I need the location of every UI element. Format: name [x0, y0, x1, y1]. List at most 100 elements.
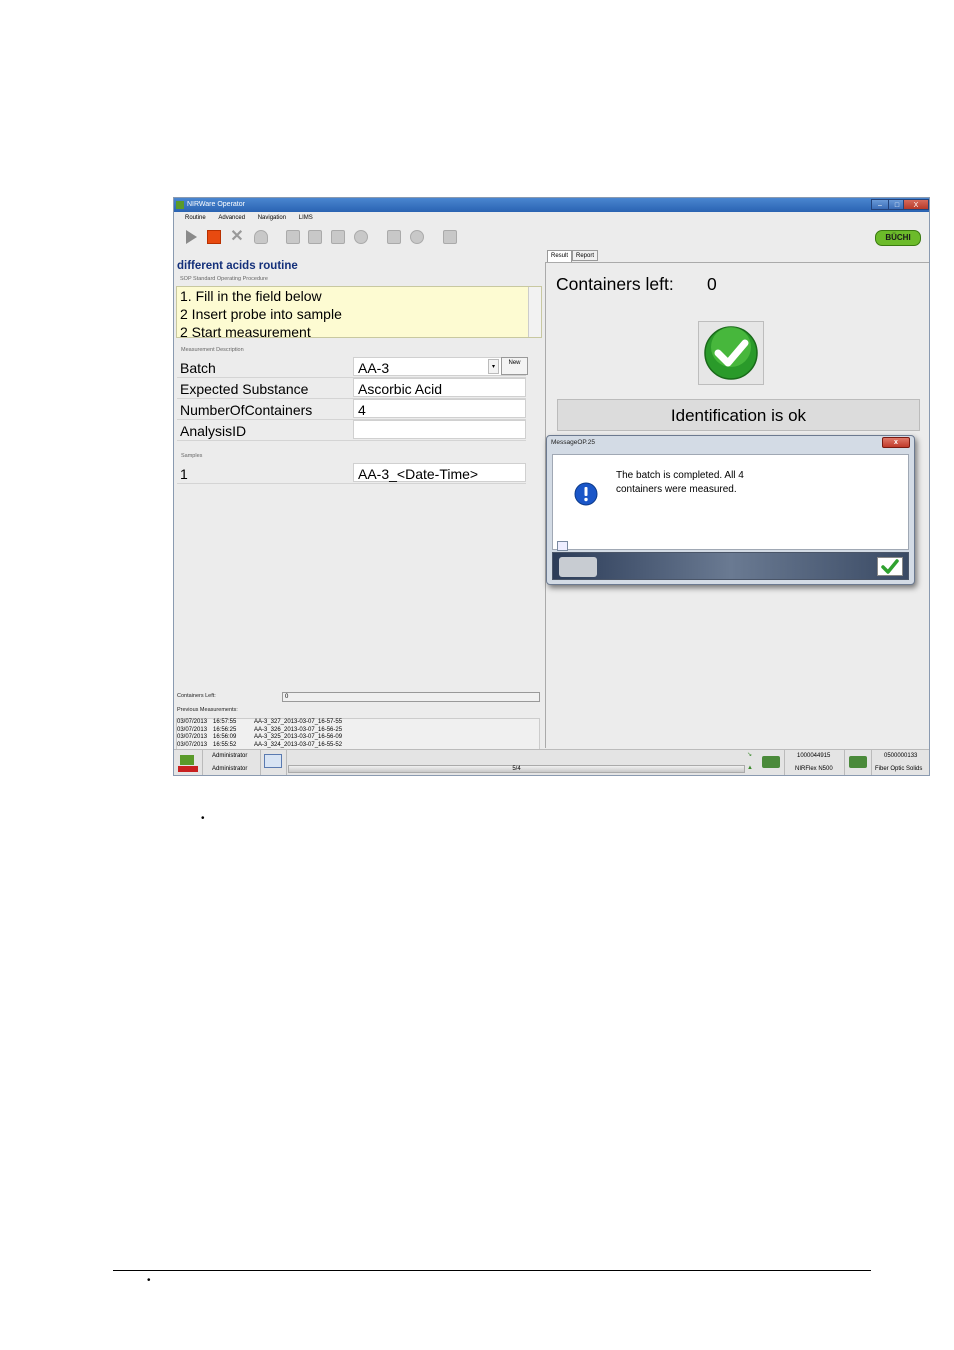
module-serial: 0500000133	[884, 753, 918, 759]
sop-scrollbar[interactable]	[528, 287, 541, 337]
check-icon	[698, 321, 764, 385]
dialog-ok-button[interactable]	[877, 557, 903, 576]
list-item[interactable]: 03/07/2013 16:56:09 AA-3_325_2013-03-07_16…	[177, 734, 539, 742]
cancel-icon[interactable]: ✕	[230, 229, 244, 245]
menu-advanced[interactable]: Advanced	[218, 215, 245, 221]
number-of-containers-field[interactable]: 4	[353, 399, 526, 418]
tab-result[interactable]: Result	[547, 250, 573, 262]
field-key: Expected Substance	[180, 381, 309, 397]
list-item[interactable]: 03/07/2013 16:55:52 AA-3_324_2013-03-07_16…	[177, 742, 539, 750]
dialog-title: MessageOP.25	[551, 439, 595, 446]
signal-icon: ↘	[747, 752, 753, 758]
prev-date: 03/07/2013	[177, 734, 208, 740]
stop-icon[interactable]	[207, 230, 221, 244]
module-name: Fiber Optic Solids	[875, 766, 923, 772]
close-button[interactable]: X	[903, 199, 929, 210]
window-title: NIRWare Operator	[187, 201, 245, 208]
module-icon	[849, 756, 867, 768]
title-bar: NIRWare Operator – □ X	[174, 198, 929, 212]
instrument-serial: 1000044915	[797, 753, 831, 759]
list-item[interactable]: 03/07/2013 16:56:25 AA-3_326_2013-03-07_16…	[177, 727, 539, 735]
export-icon[interactable]	[331, 230, 345, 244]
dialog-footer	[552, 552, 909, 580]
nir-logo-icon	[178, 755, 198, 772]
divider	[784, 750, 785, 775]
analysis-id-field[interactable]	[353, 420, 526, 439]
divider	[844, 750, 845, 775]
menu-bar: Routine Advanced Navigation LIMS	[174, 212, 929, 224]
field-key: NumberOfContainers	[180, 402, 313, 418]
user-label: Administrator	[212, 753, 248, 759]
sop-line: 2 Insert probe into sample	[180, 306, 342, 322]
previous-measurements-label: Previous Measurements:	[177, 707, 238, 713]
routine-panel: different acids routine SOP Standard Ope…	[174, 258, 544, 775]
exit-icon[interactable]	[443, 230, 457, 244]
field-row-substance: Expected Substance Ascorbic Acid	[177, 378, 526, 399]
dialog-close-button[interactable]: x	[882, 437, 910, 448]
prev-name: AA-3_325_2013-03-07_16-56-09	[254, 734, 343, 740]
field-key: AnalysisID	[180, 423, 247, 439]
tab-report[interactable]: Report	[572, 250, 599, 261]
field-row-analysis: AnalysisID	[177, 420, 526, 441]
bullet-icon: •	[147, 1275, 151, 1286]
play-icon[interactable]	[186, 230, 197, 244]
undo-icon[interactable]	[387, 230, 401, 244]
message-dialog: MessageOP.25 x The batch is completed. A…	[546, 435, 915, 585]
prev-name: AA-3_326_2013-03-07_16-56-25	[254, 726, 343, 733]
expected-substance-field[interactable]: Ascorbic Acid	[353, 378, 526, 397]
sop-label: SOP Standard Operating Procedure	[180, 276, 268, 282]
field-row-batch: Batch AA-3 ▾ New	[177, 357, 528, 378]
sample-name[interactable]: AA-3_<Date-Time>	[353, 463, 526, 482]
status-bar: Administrator Administrator 5/4 ↘ ▲ 1000…	[174, 749, 929, 775]
flag-icon: ▲	[747, 765, 753, 771]
prev-time: 16:56:25	[213, 726, 237, 733]
sample-number: 1	[180, 466, 188, 482]
menu-lims[interactable]: LIMS	[299, 215, 313, 221]
instrument-icon	[762, 756, 780, 768]
new-batch-button[interactable]: New	[501, 357, 528, 375]
prev-time: 16:56:09	[213, 734, 237, 740]
containers-left-label: Containers Left:	[177, 693, 216, 699]
field-row-containers: NumberOfContainers 4	[177, 399, 526, 420]
user-label: Administrator	[212, 766, 248, 772]
probe-icon[interactable]	[354, 230, 368, 244]
bag-icon[interactable]	[254, 230, 268, 244]
prev-time: 16:57:55	[213, 719, 237, 725]
prev-time: 16:55:52	[213, 741, 237, 748]
minimize-button[interactable]: –	[871, 199, 889, 210]
samples-label: Samples	[181, 453, 203, 459]
copy-icon[interactable]	[557, 541, 568, 551]
menu-routine[interactable]: Routine	[185, 215, 206, 221]
divider	[286, 750, 287, 775]
sop-box: 1. Fill in the field below 2 Insert prob…	[176, 286, 542, 338]
containers-left-value: 0	[707, 274, 717, 294]
instrument-name: NIRFlex N500	[795, 766, 833, 772]
prev-date: 03/07/2013	[177, 719, 208, 725]
menu-navigation[interactable]: Navigation	[258, 215, 286, 221]
user-card-icon[interactable]	[264, 754, 282, 768]
info-icon	[574, 482, 598, 506]
buchi-logo: BÜCHI	[875, 230, 921, 246]
list-item[interactable]: 03/07/2013 16:57:55 AA-3_327_2013-03-07_16…	[177, 719, 539, 727]
progress-bar: 5/4	[288, 765, 745, 773]
chevron-down-icon[interactable]: ▾	[488, 359, 499, 374]
prev-date: 03/07/2013	[177, 741, 208, 748]
divider	[260, 750, 261, 775]
report-icon[interactable]	[286, 230, 300, 244]
view-icon[interactable]	[410, 230, 424, 244]
measurement-label: Measurement Description	[181, 347, 244, 353]
divider	[202, 750, 203, 775]
containers-left-field: 0	[282, 692, 540, 702]
prev-name: AA-3_324_2013-03-07_16-55-52	[254, 741, 343, 748]
divider	[871, 750, 872, 775]
identification-result: Identification is ok	[557, 399, 920, 431]
dialog-body: The batch is completed. All 4 containers…	[552, 454, 909, 551]
prev-name: AA-3_327_2013-03-07_16-57-55	[254, 719, 343, 725]
sample-row[interactable]: 1 AA-3_<Date-Time>	[177, 463, 526, 484]
sop-line: 1. Fill in the field below	[180, 288, 322, 304]
transfer-icon[interactable]	[308, 230, 322, 244]
toolbar: ✕	[174, 225, 929, 249]
bullet-icon: •	[201, 813, 205, 824]
samples-grid: 1 AA-3_<Date-Time>	[177, 463, 526, 484]
check-icon	[881, 559, 899, 574]
